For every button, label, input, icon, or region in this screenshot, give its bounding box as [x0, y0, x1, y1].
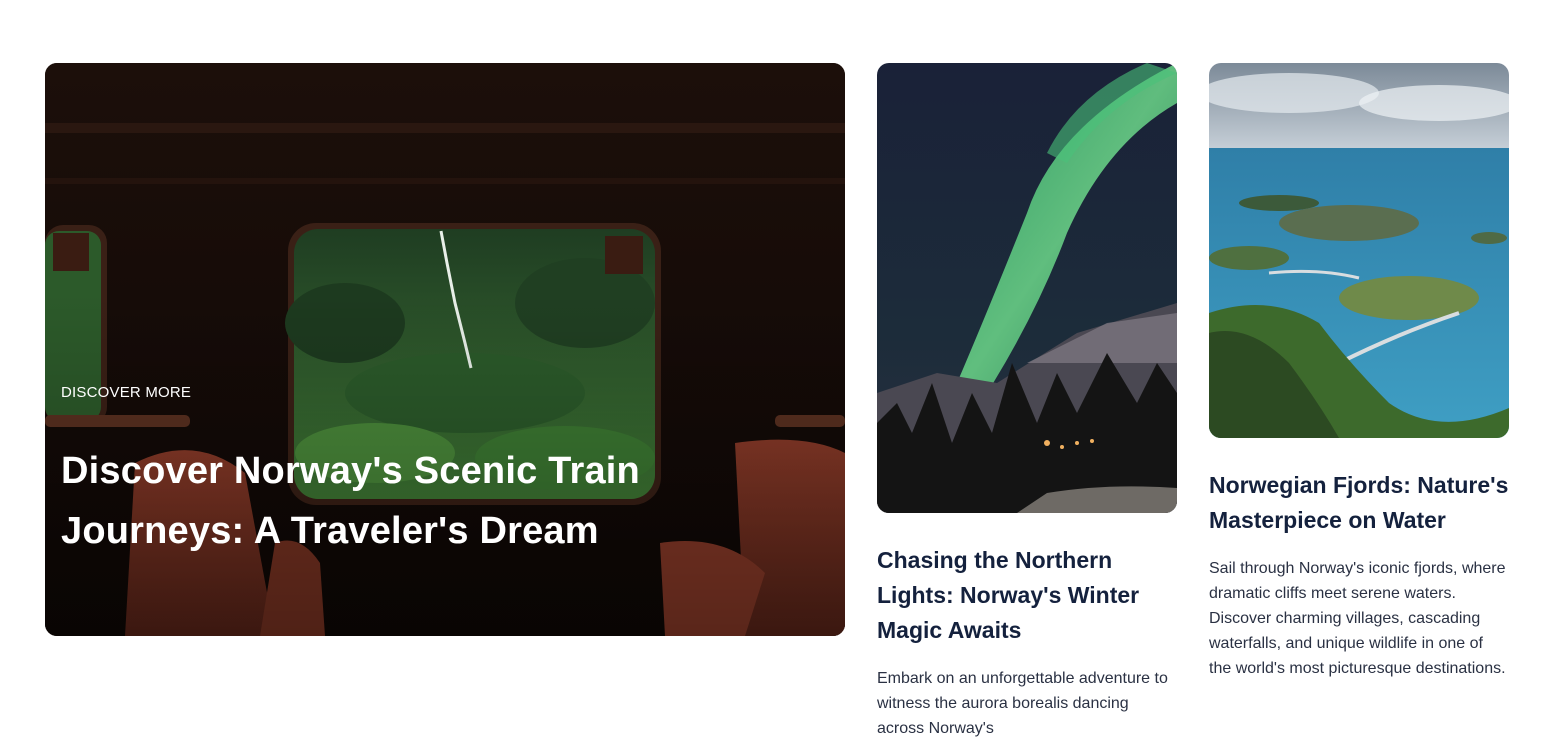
article-excerpt: Sail through Norway's iconic fjords, whe… [1209, 560, 1506, 677]
article-card-northern-lights[interactable]: Chasing the Northern Lights: Norway's Wi… [877, 63, 1177, 741]
featured-article-title[interactable]: Discover Norway's Scenic Train Journeys:… [61, 441, 761, 561]
northern-lights-image[interactable] [877, 63, 1177, 513]
article-title[interactable]: Chasing the Northern Lights: Norway's Wi… [877, 543, 1177, 648]
fjords-image[interactable] [1209, 63, 1509, 438]
article-card-fjords[interactable]: Norwegian Fjords: Nature's Masterpiece o… [1209, 63, 1509, 681]
discover-more-link[interactable]: DISCOVER MORE [61, 384, 191, 401]
article-title[interactable]: Norwegian Fjords: Nature's Masterpiece o… [1209, 468, 1509, 538]
article-excerpt: Embark on an unforgettable adventure to … [877, 670, 1168, 737]
blog-grid: DISCOVER MORE Discover Norway's Scenic T… [0, 0, 1567, 743]
featured-article-card[interactable]: DISCOVER MORE Discover Norway's Scenic T… [45, 63, 845, 636]
